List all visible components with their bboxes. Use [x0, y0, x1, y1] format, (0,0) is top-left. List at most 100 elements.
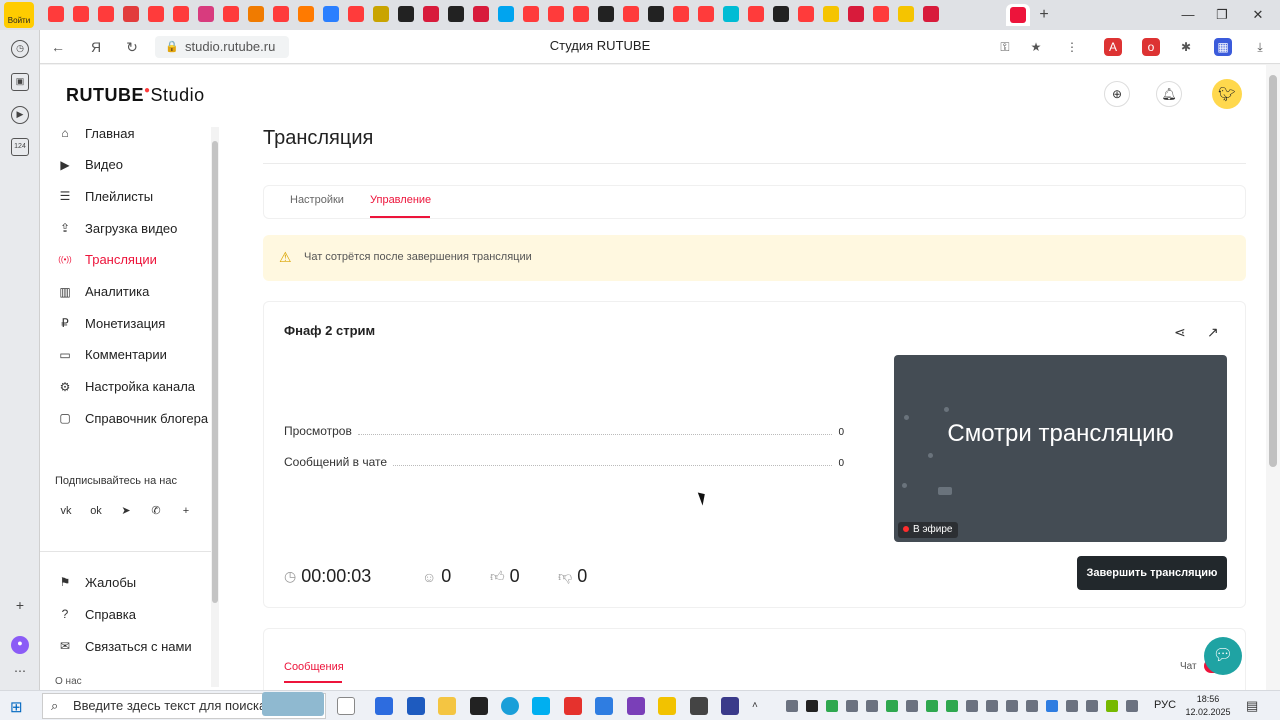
new-tab-button[interactable]: + [1034, 5, 1054, 25]
yandex-icon[interactable] [564, 697, 582, 715]
tab-favicon-icon[interactable] [498, 6, 514, 22]
menu-dots-icon[interactable]: ⋮ [1063, 38, 1081, 56]
bookmark-icon[interactable]: ★ [1027, 38, 1045, 56]
minimize-button[interactable]: — [1176, 5, 1200, 25]
tab-favicon-icon[interactable] [198, 6, 214, 22]
tab-favicon-icon[interactable] [798, 6, 814, 22]
tab-favicon-icon[interactable] [223, 6, 239, 22]
tray-icon[interactable] [786, 700, 798, 712]
tab-settings[interactable]: Настройки [290, 194, 344, 206]
yandex-browser-icon[interactable] [658, 697, 676, 715]
tab-favicon-icon[interactable] [698, 6, 714, 22]
close-window-button[interactable]: ✕ [1246, 5, 1270, 25]
tab-favicon-icon[interactable] [673, 6, 689, 22]
collections-icon[interactable]: ▣ [11, 73, 29, 91]
sidebar-item[interactable]: ⚙ Настройка канала [56, 374, 195, 400]
extension-icon[interactable]: ▦ [1214, 38, 1232, 56]
tray-icon[interactable] [946, 700, 958, 712]
tray-icon[interactable] [906, 700, 918, 712]
sidebar-item[interactable]: ▢ Справочник блогера [56, 405, 208, 431]
tray-icon[interactable] [886, 700, 898, 712]
nvidia-icon[interactable] [1106, 700, 1118, 712]
tab-favicon-icon[interactable] [573, 6, 589, 22]
tab-favicon-icon[interactable] [348, 6, 364, 22]
tab-favicon-icon[interactable] [148, 6, 164, 22]
tray-icon[interactable] [1066, 700, 1078, 712]
tab-favicon-icon[interactable] [923, 6, 939, 22]
tab-favicon-icon[interactable] [823, 6, 839, 22]
page-scroll-thumb[interactable] [1269, 75, 1277, 467]
tray-icon[interactable] [826, 700, 838, 712]
wifi-icon[interactable] [1006, 700, 1018, 712]
task-view-icon[interactable] [337, 697, 355, 715]
tab-favicon-icon[interactable] [98, 6, 114, 22]
tab-favicon-icon[interactable] [48, 6, 64, 22]
tab-messages[interactable]: Сообщения [284, 661, 344, 673]
app-icon[interactable] [721, 697, 739, 715]
tray-icon[interactable] [1086, 700, 1098, 712]
store-icon[interactable] [407, 697, 425, 715]
passwords-icon[interactable]: ⚿ [996, 38, 1014, 56]
tray-icon[interactable] [866, 700, 878, 712]
page-scrollbar[interactable] [1266, 65, 1280, 690]
tab-favicon-icon[interactable] [373, 6, 389, 22]
sidebar-item[interactable]: ⚑ Жалобы [56, 569, 137, 595]
url-field[interactable]: 🔒 studio.rutube.ru [155, 36, 289, 58]
sidebar-scrollbar[interactable] [211, 127, 219, 687]
tab-favicon-icon[interactable] [848, 6, 864, 22]
yandex-icon[interactable]: Я [86, 38, 106, 56]
tab-management[interactable]: Управление [370, 194, 431, 206]
tray-icon[interactable] [926, 700, 938, 712]
sidebar-item[interactable]: ? Справка [56, 601, 136, 627]
more-socials-icon[interactable]: + [176, 501, 196, 521]
tab-active-rutube[interactable] [1006, 4, 1030, 26]
tab-favicon-icon[interactable] [248, 6, 264, 22]
app-icon[interactable] [627, 697, 645, 715]
tab-favicon-icon[interactable] [648, 6, 664, 22]
history-icon[interactable]: ◷ [11, 40, 29, 58]
download-icon[interactable]: ⤓ [1251, 38, 1269, 56]
tab-favicon-icon[interactable] [473, 6, 489, 22]
reload-icon[interactable]: ↻ [122, 38, 142, 56]
tray-icon[interactable] [1026, 700, 1038, 712]
alice-icon[interactable]: ● [11, 636, 29, 654]
app-icon[interactable] [690, 697, 708, 715]
sidebar-scroll-thumb[interactable] [212, 141, 218, 603]
telegram-icon[interactable]: ➤ [116, 501, 136, 521]
mail-icon[interactable] [595, 697, 613, 715]
tab-favicon-icon[interactable] [173, 6, 189, 22]
maximize-button[interactable]: ❐ [1210, 5, 1234, 25]
about-label[interactable]: О нас [55, 676, 82, 687]
tab-favicon-icon[interactable] [448, 6, 464, 22]
tab-favicon-icon[interactable] [723, 6, 739, 22]
extension-icon[interactable]: A [1104, 38, 1122, 56]
language-indicator[interactable]: РУС [1154, 699, 1176, 711]
edge-icon[interactable] [501, 697, 519, 715]
tab-favicon-icon[interactable] [123, 6, 139, 22]
tray-icon[interactable] [966, 700, 978, 712]
explorer-icon[interactable] [438, 697, 456, 715]
add-icon[interactable]: + [11, 598, 29, 616]
sidebar-item[interactable]: ▶ Видео [56, 152, 123, 178]
tab-favicon-icon[interactable] [598, 6, 614, 22]
avatar[interactable]: 🐦︎ [1212, 79, 1242, 109]
tray-icon[interactable] [846, 700, 858, 712]
system-clock[interactable]: 18:56 12.02.2025 [1180, 693, 1236, 719]
network-icon[interactable] [1126, 700, 1138, 712]
tab-favicon-icon[interactable] [323, 6, 339, 22]
add-video-icon[interactable]: ⊕ [1104, 81, 1130, 107]
sidebar-item[interactable]: ₽ Монетизация [56, 310, 165, 336]
sidebar-item[interactable]: ▥ Аналитика [56, 279, 149, 305]
tab-favicon-icon[interactable] [748, 6, 764, 22]
tab-favicon-icon[interactable] [898, 6, 914, 22]
more-icon[interactable]: ⋯ [11, 664, 29, 682]
tab-favicon-icon[interactable] [773, 6, 789, 22]
play-icon[interactable]: ▶ [11, 106, 29, 124]
windows-start-icon[interactable]: ⊞ [10, 698, 23, 716]
rutube-studio-logo[interactable]: RUTUBE●Studio [66, 85, 205, 106]
bell-icon[interactable]: 🔔︎ [1156, 81, 1182, 107]
stream-preview[interactable]: Смотри трансляцию В эфире [894, 355, 1227, 542]
zoom-icon[interactable] [375, 697, 393, 715]
ok-icon[interactable]: ok [86, 501, 106, 521]
share-icon[interactable]: ⋖ [1174, 324, 1186, 341]
